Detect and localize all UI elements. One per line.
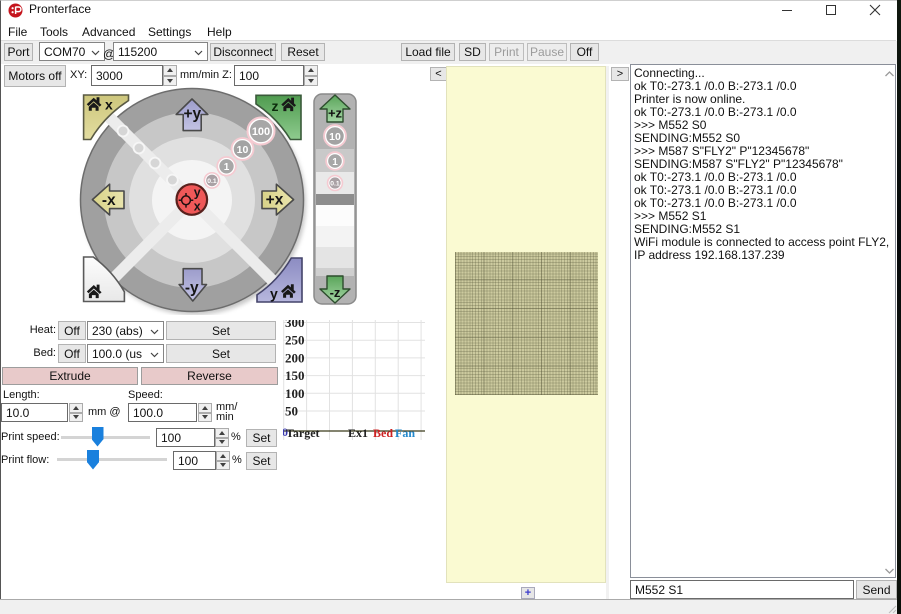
svg-text:y: y (270, 286, 278, 302)
svg-text:+x: +x (266, 192, 284, 209)
svg-text:+y: +y (183, 106, 201, 123)
svg-text:Bed: Bed (373, 426, 393, 440)
svg-text:Target: Target (286, 426, 320, 440)
svg-text:Fan: Fan (395, 426, 415, 440)
svg-text:200: 200 (285, 350, 305, 365)
svg-text:x: x (194, 200, 201, 214)
svg-text:300: 300 (285, 320, 305, 330)
svg-text:250: 250 (285, 333, 305, 348)
svg-text:x: x (105, 97, 113, 113)
svg-text:-y: -y (185, 280, 199, 297)
svg-text:1: 1 (332, 157, 338, 168)
svg-text:150: 150 (285, 368, 305, 383)
svg-text:100: 100 (252, 126, 270, 138)
svg-text:50: 50 (285, 404, 298, 419)
svg-text:0.1: 0.1 (207, 178, 217, 185)
svg-text:10: 10 (237, 144, 249, 156)
svg-text:-x: -x (102, 192, 116, 209)
svg-text:+z: +z (328, 106, 343, 121)
svg-text:-z: -z (330, 285, 341, 300)
svg-text:0.1: 0.1 (330, 181, 340, 188)
svg-text:y: y (194, 186, 201, 200)
svg-text:100: 100 (285, 386, 305, 401)
svg-text:Ex1: Ex1 (348, 426, 368, 440)
svg-text:1: 1 (224, 162, 230, 173)
svg-text:10: 10 (329, 131, 341, 143)
svg-text:z: z (272, 98, 279, 114)
